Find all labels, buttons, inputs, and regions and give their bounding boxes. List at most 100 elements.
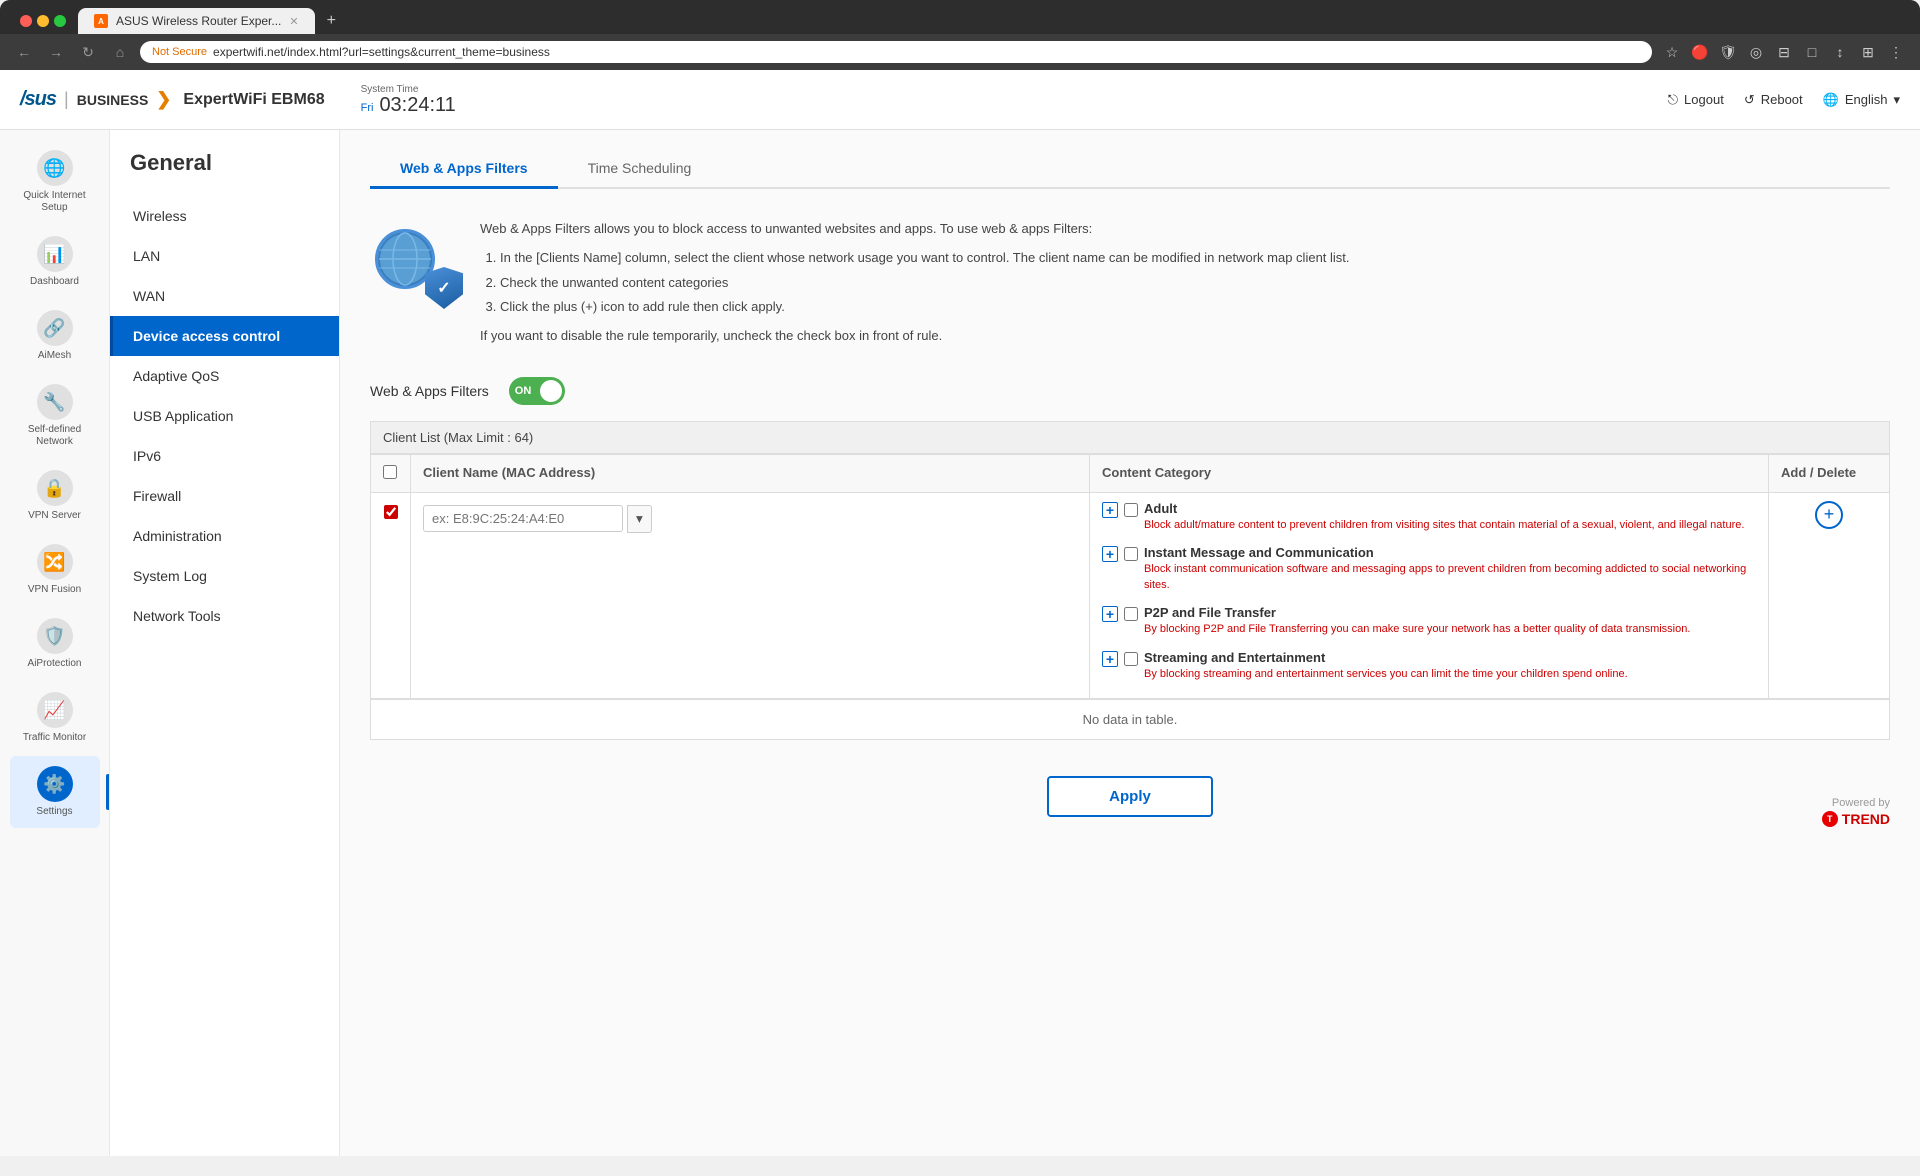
apply-button[interactable]: Apply bbox=[1047, 776, 1213, 817]
adult-checkbox[interactable] bbox=[1124, 503, 1138, 517]
streaming-checkbox[interactable] bbox=[1124, 652, 1138, 666]
table-header-row: Client Name (MAC Address) Content Catego… bbox=[371, 455, 1889, 493]
nav-item-adaptive-qos[interactable]: Adaptive QoS bbox=[110, 356, 339, 396]
p2p-checkbox[interactable] bbox=[1124, 607, 1138, 621]
aiprotection-icon: 🛡️ bbox=[37, 618, 73, 654]
sidebar-item-vpn-server[interactable]: 🔒 VPN Server bbox=[10, 460, 100, 532]
active-browser-tab[interactable]: A ASUS Wireless Router Exper... ✕ bbox=[78, 8, 315, 34]
sidebar-item-aiprotection[interactable]: 🛡️ AiProtection bbox=[10, 608, 100, 680]
logo-area: /sus | BUSINESS ❯ ExpertWiFi EBM68 bbox=[20, 88, 325, 111]
nav-item-ipv6[interactable]: IPv6 bbox=[110, 436, 339, 476]
nav-item-device-access-control[interactable]: Device access control bbox=[110, 316, 339, 356]
streaming-category-name: Streaming and Entertainment bbox=[1144, 650, 1628, 665]
tab-favicon: A bbox=[94, 14, 108, 28]
traffic-monitor-label: Traffic Monitor bbox=[23, 732, 86, 744]
nav-item-wan[interactable]: WAN bbox=[110, 276, 339, 316]
tab-close-btn[interactable]: ✕ bbox=[289, 15, 298, 28]
reboot-btn[interactable]: ↺ Reboot bbox=[1744, 92, 1803, 108]
extension3-icon[interactable]: ◎ bbox=[1744, 40, 1768, 64]
tab-time-scheduling[interactable]: Time Scheduling bbox=[558, 150, 722, 189]
nav-item-usb-application[interactable]: USB Application bbox=[110, 396, 339, 436]
url-display: expertwifi.net/index.html?url=settings&c… bbox=[213, 45, 550, 59]
client-name-input[interactable] bbox=[423, 505, 623, 532]
quick-internet-label: Quick Internet Setup bbox=[16, 190, 94, 214]
left-navigation: General Wireless LAN WAN Device access c… bbox=[110, 130, 340, 1156]
nav-item-network-tools[interactable]: Network Tools bbox=[110, 596, 339, 636]
extension7-icon[interactable]: ⊞ bbox=[1856, 40, 1880, 64]
sidebar-item-traffic-monitor[interactable]: 📈 Traffic Monitor bbox=[10, 682, 100, 754]
reboot-label: Reboot bbox=[1761, 92, 1803, 107]
address-bar[interactable]: Not Secure expertwifi.net/index.html?url… bbox=[140, 41, 1652, 63]
sidebar-item-self-defined-network[interactable]: 🔧 Self-defined Network bbox=[10, 374, 100, 458]
maximize-dot[interactable] bbox=[54, 15, 66, 27]
active-indicator bbox=[106, 774, 110, 810]
main-content: Web & Apps Filters Time Scheduling bbox=[340, 130, 1920, 1156]
sidebar-item-vpn-fusion[interactable]: 🔀 VPN Fusion bbox=[10, 534, 100, 606]
instant-message-label-block: Instant Message and Communication Block … bbox=[1144, 545, 1756, 593]
description-step-3: Click the plus (+) icon to add rule then… bbox=[500, 297, 1890, 318]
extension4-icon[interactable]: ⊟ bbox=[1772, 40, 1796, 64]
dashboard-label: Dashboard bbox=[30, 276, 79, 288]
tab-title: ASUS Wireless Router Exper... bbox=[116, 14, 281, 28]
adult-category-name: Adult bbox=[1144, 501, 1744, 516]
sidebar-item-dashboard[interactable]: 📊 Dashboard bbox=[10, 226, 100, 298]
th-content-category: Content Category bbox=[1090, 455, 1769, 492]
sidebar-item-settings[interactable]: ⚙️ Settings bbox=[10, 756, 100, 828]
nav-item-firewall[interactable]: Firewall bbox=[110, 476, 339, 516]
reload-btn[interactable]: ↻ bbox=[76, 40, 100, 64]
p2p-label-block: P2P and File Transfer By blocking P2P an… bbox=[1144, 605, 1690, 637]
bookmark-icon[interactable]: ☆ bbox=[1660, 40, 1684, 64]
instant-message-checkbox[interactable] bbox=[1124, 547, 1138, 561]
tabs-row: Web & Apps Filters Time Scheduling bbox=[370, 150, 1890, 189]
vpn-server-icon: 🔒 bbox=[37, 470, 73, 506]
minimize-dot[interactable] bbox=[37, 15, 49, 27]
p2p-expand-btn[interactable]: + bbox=[1102, 606, 1118, 622]
row-checkbox[interactable] bbox=[384, 505, 398, 519]
client-list-table: Client Name (MAC Address) Content Catego… bbox=[370, 454, 1890, 740]
extension6-icon[interactable]: ↕ bbox=[1828, 40, 1852, 64]
asus-logo: /sus bbox=[20, 88, 56, 111]
not-secure-indicator: Not Secure bbox=[152, 46, 207, 58]
category-instant-message-row: + Instant Message and Communication Bloc… bbox=[1102, 545, 1756, 593]
nav-item-wireless[interactable]: Wireless bbox=[110, 196, 339, 236]
back-btn[interactable]: ← bbox=[12, 40, 36, 64]
td-actions: + bbox=[1769, 493, 1889, 698]
tab-web-apps-filters[interactable]: Web & Apps Filters bbox=[370, 150, 558, 189]
filter-row: Web & Apps Filters ON bbox=[370, 377, 1890, 405]
extension2-icon[interactable]: 🛡 bbox=[1716, 40, 1740, 64]
settings-icon: ⚙️ bbox=[37, 766, 73, 802]
client-list-header: Client List (Max Limit : 64) bbox=[370, 421, 1890, 454]
nav-item-lan[interactable]: LAN bbox=[110, 236, 339, 276]
chevron-icon: ❯ bbox=[156, 89, 171, 110]
web-filter-toggle[interactable]: ON bbox=[509, 377, 565, 405]
forward-btn[interactable]: → bbox=[44, 40, 68, 64]
nav-item-system-log[interactable]: System Log bbox=[110, 556, 339, 596]
sidebar-item-aimesh[interactable]: 🔗 AiMesh bbox=[10, 300, 100, 372]
sidebar-item-quick-internet[interactable]: 🌐 Quick Internet Setup bbox=[10, 140, 100, 224]
instant-message-expand-btn[interactable]: + bbox=[1102, 546, 1118, 562]
system-time-value: 03:24:11 bbox=[379, 95, 455, 115]
add-rule-btn[interactable]: + bbox=[1815, 501, 1843, 529]
category-streaming-row: + Streaming and Entertainment By blockin… bbox=[1102, 650, 1756, 682]
top-navigation: /sus | BUSINESS ❯ ExpertWiFi EBM68 Syste… bbox=[0, 70, 1920, 130]
language-btn[interactable]: 🌐 English ▾ bbox=[1823, 92, 1900, 108]
extension5-icon[interactable]: □ bbox=[1800, 40, 1824, 64]
client-dropdown-btn[interactable]: ▾ bbox=[627, 505, 652, 533]
td-client-name: ▾ bbox=[411, 493, 1090, 698]
self-defined-icon: 🔧 bbox=[37, 384, 73, 420]
logout-btn[interactable]: ⎋ Logout bbox=[1668, 92, 1724, 108]
system-time-display: System Time Fri 03:24:11 bbox=[361, 84, 456, 115]
extension1-icon[interactable]: 🔴 bbox=[1688, 40, 1712, 64]
vpn-server-label: VPN Server bbox=[28, 510, 81, 522]
select-all-checkbox[interactable] bbox=[383, 465, 397, 479]
description-box: ✓ Web & Apps Filters allows you to block… bbox=[370, 209, 1890, 357]
menu-dots-icon[interactable]: ⋮ bbox=[1884, 40, 1908, 64]
adult-expand-btn[interactable]: + bbox=[1102, 502, 1118, 518]
nav-item-administration[interactable]: Administration bbox=[110, 516, 339, 556]
new-tab-btn[interactable]: + bbox=[319, 8, 344, 34]
adult-category-desc: Block adult/mature content to prevent ch… bbox=[1144, 518, 1744, 533]
description-note: If you want to disable the rule temporar… bbox=[480, 326, 1890, 347]
close-dot[interactable] bbox=[20, 15, 32, 27]
streaming-expand-btn[interactable]: + bbox=[1102, 651, 1118, 667]
home-btn[interactable]: ⌂ bbox=[108, 40, 132, 64]
